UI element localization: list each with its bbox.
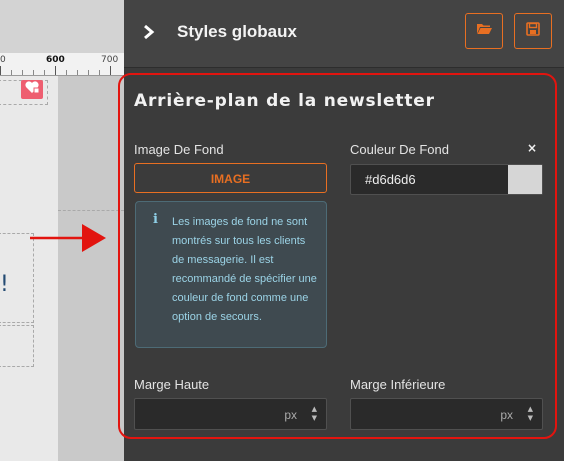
ruler-mark-600: 600 [46, 55, 65, 65]
heart-badge-icon[interactable] [21, 80, 43, 99]
arrow-right-icon [30, 224, 106, 252]
ruler-mark-700: 700 [101, 55, 119, 65]
canvas-background [58, 76, 124, 461]
canvas-block[interactable] [0, 325, 34, 367]
panel-header: Styles globaux [124, 0, 564, 68]
ruler-mark-0: 0 [0, 55, 6, 65]
canvas-divider [58, 210, 124, 211]
save-icon [526, 21, 540, 41]
horizontal-ruler: 0 600 700 [0, 53, 124, 76]
highlight-box [118, 73, 557, 439]
save-button[interactable] [514, 13, 552, 49]
folder-open-icon [476, 22, 492, 40]
open-folder-button[interactable] [465, 13, 503, 49]
canvas-text-fragment: ! [0, 272, 9, 297]
chevron-right-icon[interactable] [143, 24, 155, 44]
panel-title: Styles globaux [177, 22, 297, 41]
